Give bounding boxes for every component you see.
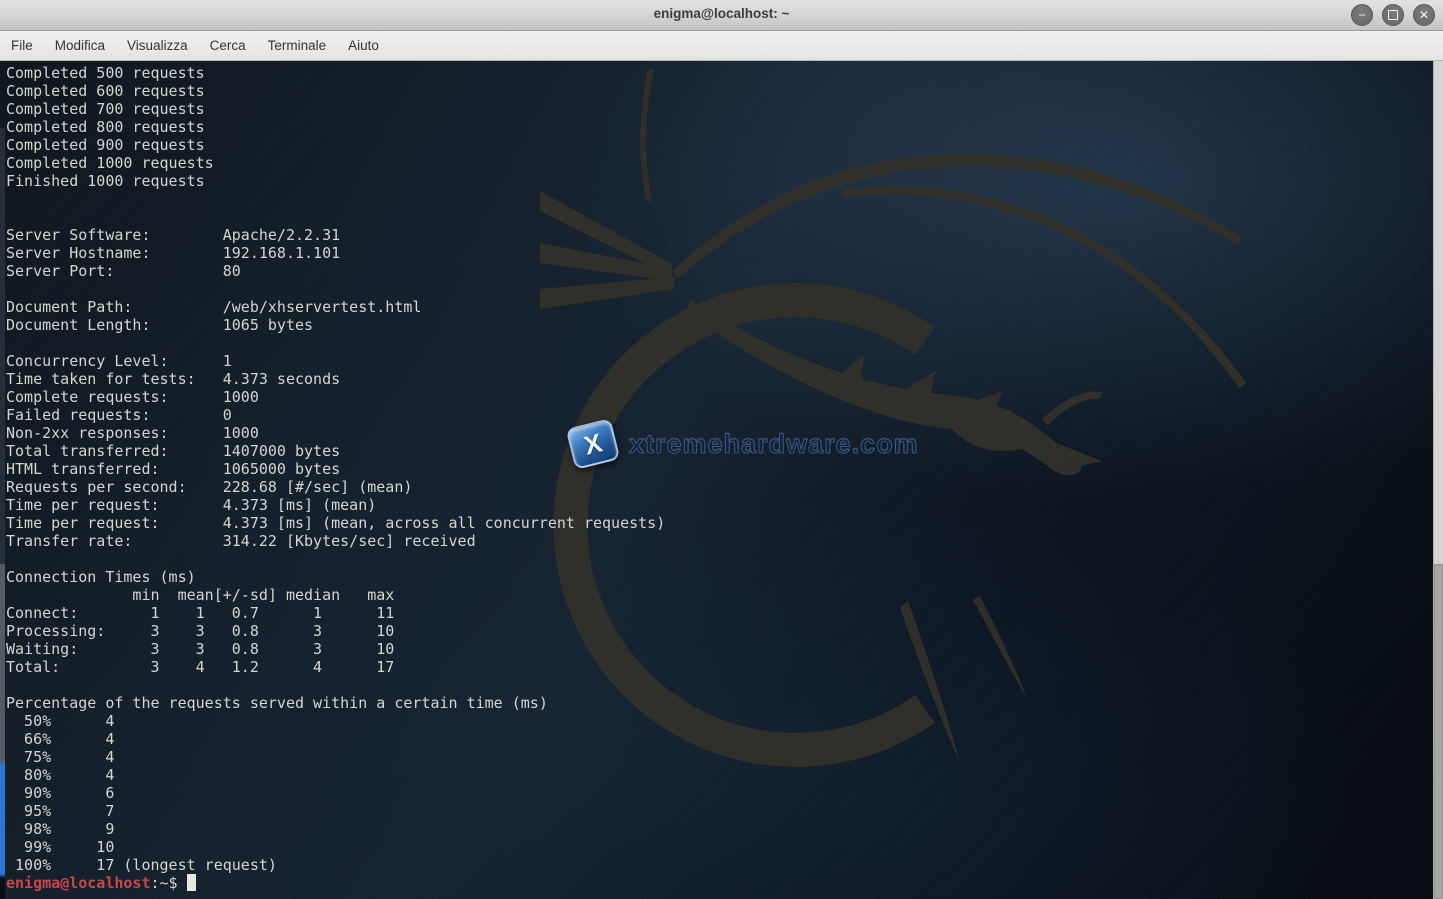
menu-item-visualizza[interactable]: Visualizza xyxy=(116,31,199,60)
maximize-button[interactable] xyxy=(1382,4,1404,26)
desktop-edge-strip xyxy=(0,61,5,899)
ab-output-text: Completed 500 requests Completed 600 req… xyxy=(6,64,665,874)
window-controls: − ✕ xyxy=(1351,4,1435,26)
titlebar: enigma@localhost: ~ − ✕ xyxy=(0,0,1443,31)
close-icon: ✕ xyxy=(1419,9,1429,21)
maximize-icon xyxy=(1388,10,1398,20)
terminal-screen[interactable]: X xtremehardware.com Completed 500 reque… xyxy=(0,61,1443,899)
scrollbar[interactable] xyxy=(1433,61,1443,899)
menu-item-file[interactable]: File xyxy=(0,31,44,60)
prompt-suffix: :~$ xyxy=(151,874,178,892)
menu-item-modifica[interactable]: Modifica xyxy=(44,31,116,60)
terminal-cursor xyxy=(187,874,196,891)
menu-item-aiuto[interactable]: Aiuto xyxy=(337,31,390,60)
minimize-icon: − xyxy=(1358,9,1365,21)
close-button[interactable]: ✕ xyxy=(1413,4,1435,26)
xtremehardware-watermark-text: xtremehardware.com xyxy=(629,429,919,460)
prompt-user-host: enigma@localhost xyxy=(6,874,151,892)
window-title: enigma@localhost: ~ xyxy=(0,6,1443,21)
terminal-output: Completed 500 requests Completed 600 req… xyxy=(6,64,665,892)
menu-item-cerca[interactable]: Cerca xyxy=(199,31,257,60)
menu-item-terminale[interactable]: Terminale xyxy=(257,31,338,60)
minimize-button[interactable]: − xyxy=(1351,4,1373,26)
menubar: File Modifica Visualizza Cerca Terminale… xyxy=(0,31,1443,61)
scrollbar-thumb[interactable] xyxy=(1434,564,1443,899)
